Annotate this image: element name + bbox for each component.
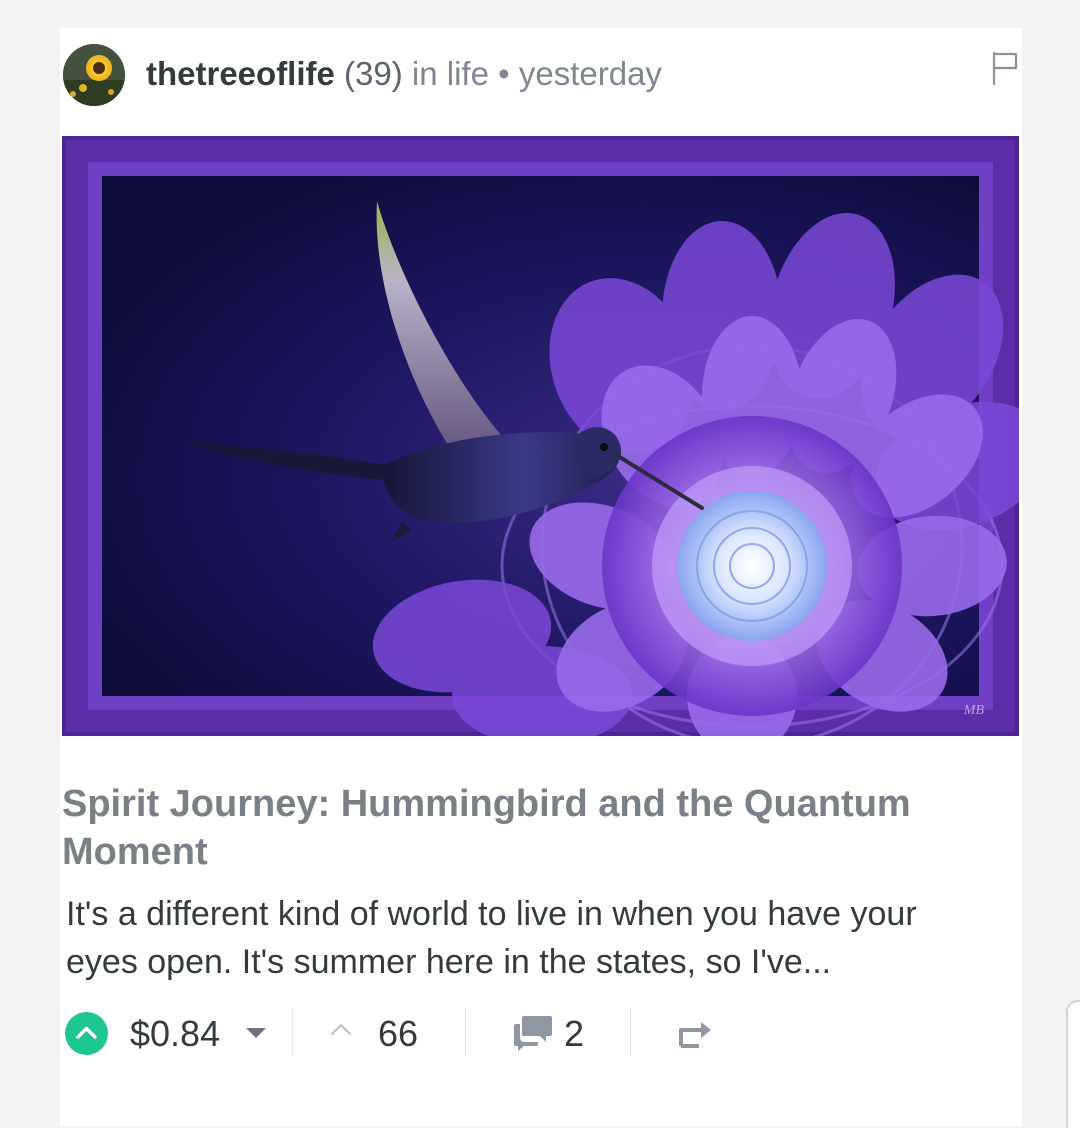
footer-divider xyxy=(465,1008,466,1056)
category-link[interactable]: in life xyxy=(412,55,489,92)
footer-divider xyxy=(292,1008,293,1056)
comment-bubbles-icon[interactable] xyxy=(512,1012,554,1052)
meta-separator: • xyxy=(498,55,510,92)
post-image[interactable]: MB xyxy=(62,136,1019,736)
upvote-button[interactable] xyxy=(65,1012,108,1055)
caret-down-icon[interactable] xyxy=(246,1028,266,1038)
payout-value[interactable]: $0.84 xyxy=(130,1012,220,1056)
resteem-arrow-icon[interactable] xyxy=(677,1016,715,1050)
post-card[interactable]: thetreeoflife (39) in life • yesterday M… xyxy=(60,28,1022,1126)
post-header: thetreeoflife (39) in life • yesterday xyxy=(60,44,1022,108)
post-footer: $0.84 66 2 xyxy=(60,1008,1022,1078)
author-reputation: (39) xyxy=(344,55,403,92)
comments-count[interactable]: 2 xyxy=(564,1012,584,1056)
scroll-edge xyxy=(1066,1000,1080,1128)
footer-divider xyxy=(630,1008,631,1056)
post-title[interactable]: Spirit Journey: Hummingbird and the Quan… xyxy=(62,780,992,876)
avatar[interactable] xyxy=(63,44,125,106)
chevron-up-icon[interactable] xyxy=(330,1022,352,1036)
post-time: yesterday xyxy=(518,55,662,92)
flag-icon[interactable] xyxy=(990,50,1020,86)
votes-count[interactable]: 66 xyxy=(378,1012,418,1056)
image-signature: MB xyxy=(963,703,985,718)
author-name[interactable]: thetreeoflife xyxy=(146,55,335,92)
post-excerpt[interactable]: It's a different kind of world to live i… xyxy=(66,890,996,986)
post-meta: thetreeoflife (39) in life • yesterday xyxy=(146,54,662,94)
upvote-chevron-icon xyxy=(76,1026,97,1039)
